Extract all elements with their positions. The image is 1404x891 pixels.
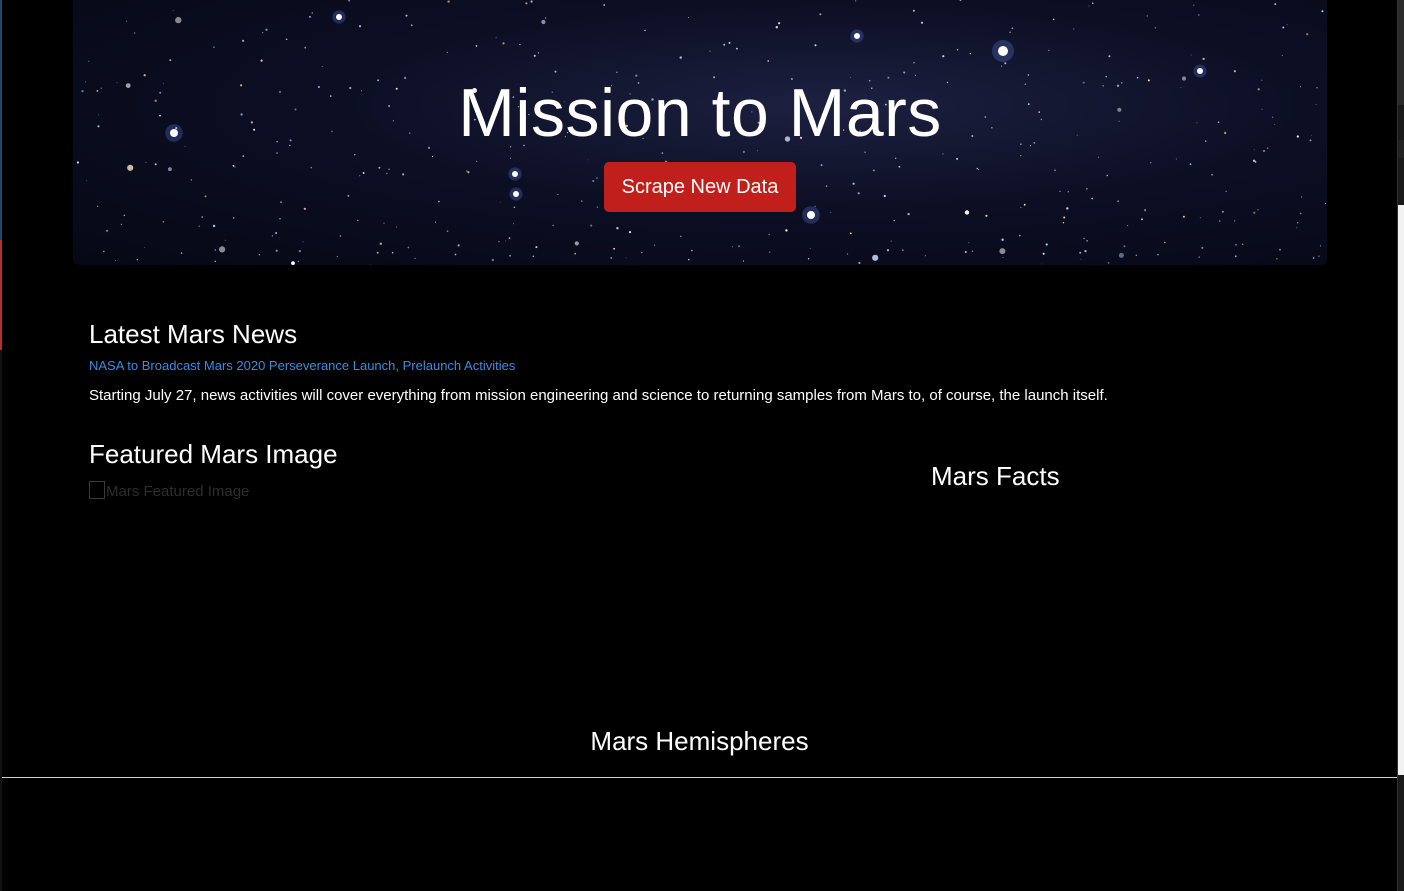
page: Mission to Mars Scrape New Data Latest M… — [0, 0, 1404, 891]
latest-news-heading: Latest Mars News — [89, 319, 298, 349]
mars-facts-heading: Mars Facts — [931, 461, 1060, 491]
featured-image: Mars Featured Image — [89, 481, 249, 502]
scrape-new-data-button[interactable]: Scrape New Data — [604, 162, 796, 212]
mars-hemispheres-heading: Mars Hemispheres — [590, 726, 809, 756]
news-title-link[interactable]: NASA to Broadcast Mars 2020 Perseverance… — [89, 357, 515, 375]
left-window-edge — [0, 0, 2, 891]
featured-image-heading: Featured Mars Image — [89, 439, 338, 469]
broken-image-icon — [89, 481, 105, 499]
featured-image-alt-text: Mars Featured Image — [106, 483, 250, 500]
news-paragraph: Starting July 27, news activities will c… — [89, 387, 1108, 404]
section-divider — [2, 777, 1397, 778]
right-window-edge — [1397, 0, 1404, 891]
jumbotron-header: Mission to Mars Scrape New Data — [73, 0, 1327, 265]
page-title: Mission to Mars — [458, 75, 942, 151]
